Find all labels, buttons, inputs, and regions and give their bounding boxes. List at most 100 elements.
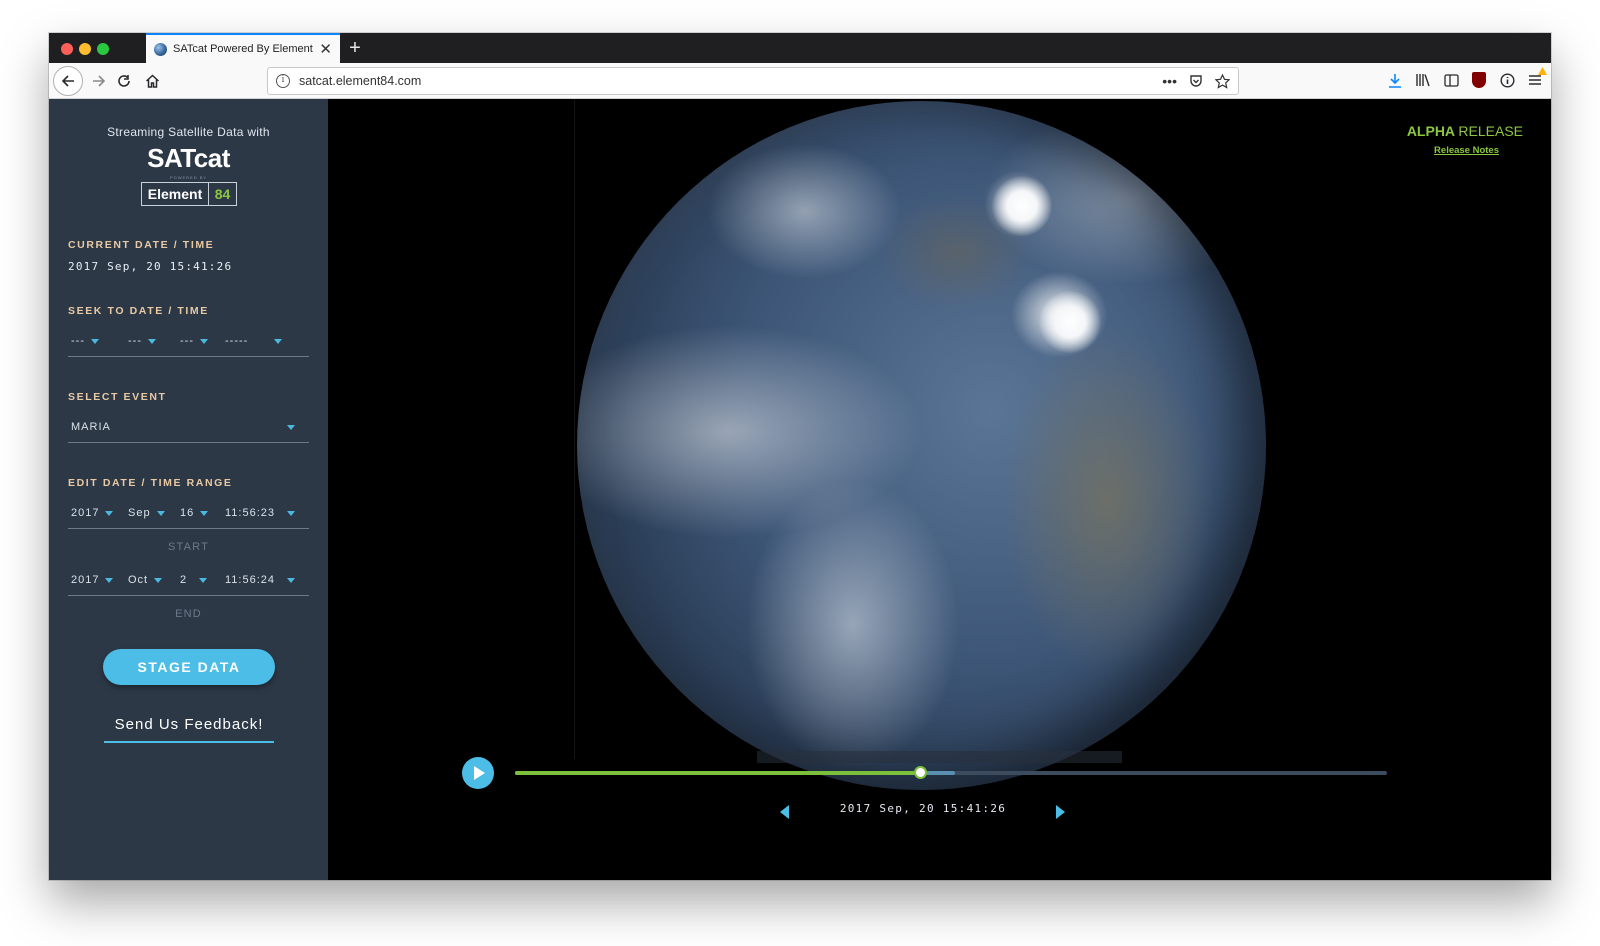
event-select[interactable]: MARIA <box>68 413 309 443</box>
element84-logo: Element 84 <box>141 182 237 206</box>
globe-favicon-icon <box>154 42 167 56</box>
new-tab-button[interactable]: + <box>345 37 365 59</box>
range-start-row: 2017 Sep 16 11:56:23 <box>68 499 309 529</box>
tab-bar: SATcat Powered By Element 84 ✕ + <box>49 33 1551 63</box>
start-year-select[interactable]: 2017 <box>71 507 114 519</box>
end-year-select[interactable]: 2017 <box>71 574 114 586</box>
end-year-value: 2017 <box>71 574 100 586</box>
brand-number: 84 <box>208 183 236 205</box>
end-label: END <box>175 608 202 620</box>
release-notes-link[interactable]: Release Notes <box>1434 145 1499 156</box>
forward-arrow-icon <box>93 75 106 87</box>
close-tab-icon[interactable]: ✕ <box>319 42 332 57</box>
send-feedback-link[interactable]: Send Us Feedback! <box>104 716 274 743</box>
pocket-icon[interactable] <box>1189 74 1203 88</box>
address-bar[interactable]: i satcat.element84.com ••• <box>267 67 1239 95</box>
home-button[interactable] <box>138 67 166 95</box>
chevron-down-icon <box>105 510 114 516</box>
start-day-select[interactable]: 16 <box>180 507 209 519</box>
end-time-value: 11:56:24 <box>225 574 276 586</box>
info-icon[interactable] <box>1499 71 1515 89</box>
release-label: RELEASE <box>1458 123 1523 139</box>
browser-window: SATcat Powered By Element 84 ✕ + i satca… <box>49 33 1551 880</box>
reload-button[interactable] <box>110 67 138 95</box>
timeline-progress <box>515 771 921 775</box>
alpha-release-badge: ALPHA RELEASE <box>1407 123 1523 139</box>
chevron-down-icon <box>105 577 114 583</box>
start-year-value: 2017 <box>71 507 100 519</box>
seek-month-select[interactable]: --- <box>128 335 156 347</box>
earth-globe-image <box>577 101 1266 790</box>
chevron-down-icon <box>200 338 208 344</box>
start-time-value: 11:56:23 <box>225 507 276 519</box>
start-month-value: Sep <box>128 507 151 519</box>
chevron-down-icon <box>287 425 295 430</box>
chevron-down-icon <box>287 577 296 583</box>
end-day-select[interactable]: 2 <box>180 574 208 586</box>
ublock-icon[interactable] <box>1471 71 1487 89</box>
start-month-select[interactable]: Sep <box>128 507 165 519</box>
chevron-down-icon <box>154 577 163 583</box>
brand-name: Element <box>147 186 203 202</box>
seek-time-select[interactable]: ----- <box>225 335 283 347</box>
seek-datetime-row: --- --- --- ----- <box>68 327 309 357</box>
forward-button[interactable] <box>85 67 113 95</box>
seek-datetime-label: SEEK TO DATE / TIME <box>68 305 209 317</box>
satcat-logo: SATcat <box>147 143 230 173</box>
close-window-button[interactable] <box>61 43 73 55</box>
timeline-slider[interactable] <box>515 766 1387 779</box>
back-button[interactable] <box>53 66 83 96</box>
seek-day-select[interactable]: --- <box>180 335 208 347</box>
step-back-icon[interactable] <box>780 805 789 819</box>
start-time-select[interactable]: 11:56:23 <box>225 507 296 519</box>
event-select-value: MARIA <box>71 421 111 433</box>
download-icon[interactable] <box>1387 71 1403 89</box>
current-datetime-value: 2017 Sep, 20 15:41:26 <box>68 260 233 273</box>
intro-text: Streaming Satellite Data with <box>107 125 270 139</box>
hurricane-maria <box>1039 291 1101 353</box>
end-day-value: 2 <box>180 574 188 586</box>
alpha-label: ALPHA <box>1406 123 1455 139</box>
chevron-down-icon <box>200 510 209 516</box>
select-event-label: SELECT EVENT <box>68 391 167 403</box>
home-icon <box>145 74 159 88</box>
current-datetime-label: CURRENT DATE / TIME <box>68 239 215 251</box>
url-text[interactable]: satcat.element84.com <box>299 74 1162 88</box>
seek-day-value: --- <box>180 335 194 347</box>
timeline-backdrop <box>757 751 1122 763</box>
navigation-toolbar: i satcat.element84.com ••• <box>49 63 1551 99</box>
tab-satcat[interactable]: SATcat Powered By Element 84 ✕ <box>146 33 340 63</box>
range-end-row: 2017 Oct 2 11:56:24 <box>68 566 309 596</box>
divider <box>574 99 575 759</box>
maximize-window-button[interactable] <box>97 43 109 55</box>
end-month-value: Oct <box>128 574 149 586</box>
stage-data-button[interactable]: STAGE DATA <box>103 649 275 685</box>
seek-year-select[interactable]: --- <box>71 335 99 347</box>
library-icon[interactable] <box>1415 71 1431 89</box>
edit-range-label: EDIT DATE / TIME RANGE <box>68 477 233 489</box>
hurricane-jose <box>992 176 1052 236</box>
chevron-down-icon <box>148 338 156 344</box>
end-month-select[interactable]: Oct <box>128 574 163 586</box>
end-time-select[interactable]: 11:56:24 <box>225 574 296 586</box>
chevron-down-icon <box>274 338 283 344</box>
control-sidebar: Streaming Satellite Data with SATcat POW… <box>49 99 328 880</box>
satellite-viewer: ALPHA RELEASE Release Notes 2017 Sep, 20… <box>328 99 1551 880</box>
bookmark-star-icon[interactable] <box>1215 73 1230 89</box>
timeline-time: 2017 Sep, 20 15:41:26 <box>839 802 1007 815</box>
tab-title: SATcat Powered By Element 84 <box>173 43 314 55</box>
seek-time-value: ----- <box>225 335 249 347</box>
site-info-icon[interactable]: i <box>276 74 290 88</box>
minimize-window-button[interactable] <box>79 43 91 55</box>
play-button[interactable] <box>462 757 494 789</box>
chevron-down-icon <box>287 510 296 516</box>
step-forward-icon[interactable] <box>1056 805 1065 819</box>
start-label: START <box>167 541 210 553</box>
sidebar-icon[interactable] <box>1443 71 1459 89</box>
back-arrow-icon <box>61 75 74 87</box>
reload-icon <box>118 75 130 87</box>
menu-icon[interactable] <box>1527 67 1547 89</box>
page-actions-icon[interactable]: ••• <box>1162 73 1177 89</box>
chevron-down-icon <box>199 577 208 583</box>
start-day-value: 16 <box>180 507 195 519</box>
